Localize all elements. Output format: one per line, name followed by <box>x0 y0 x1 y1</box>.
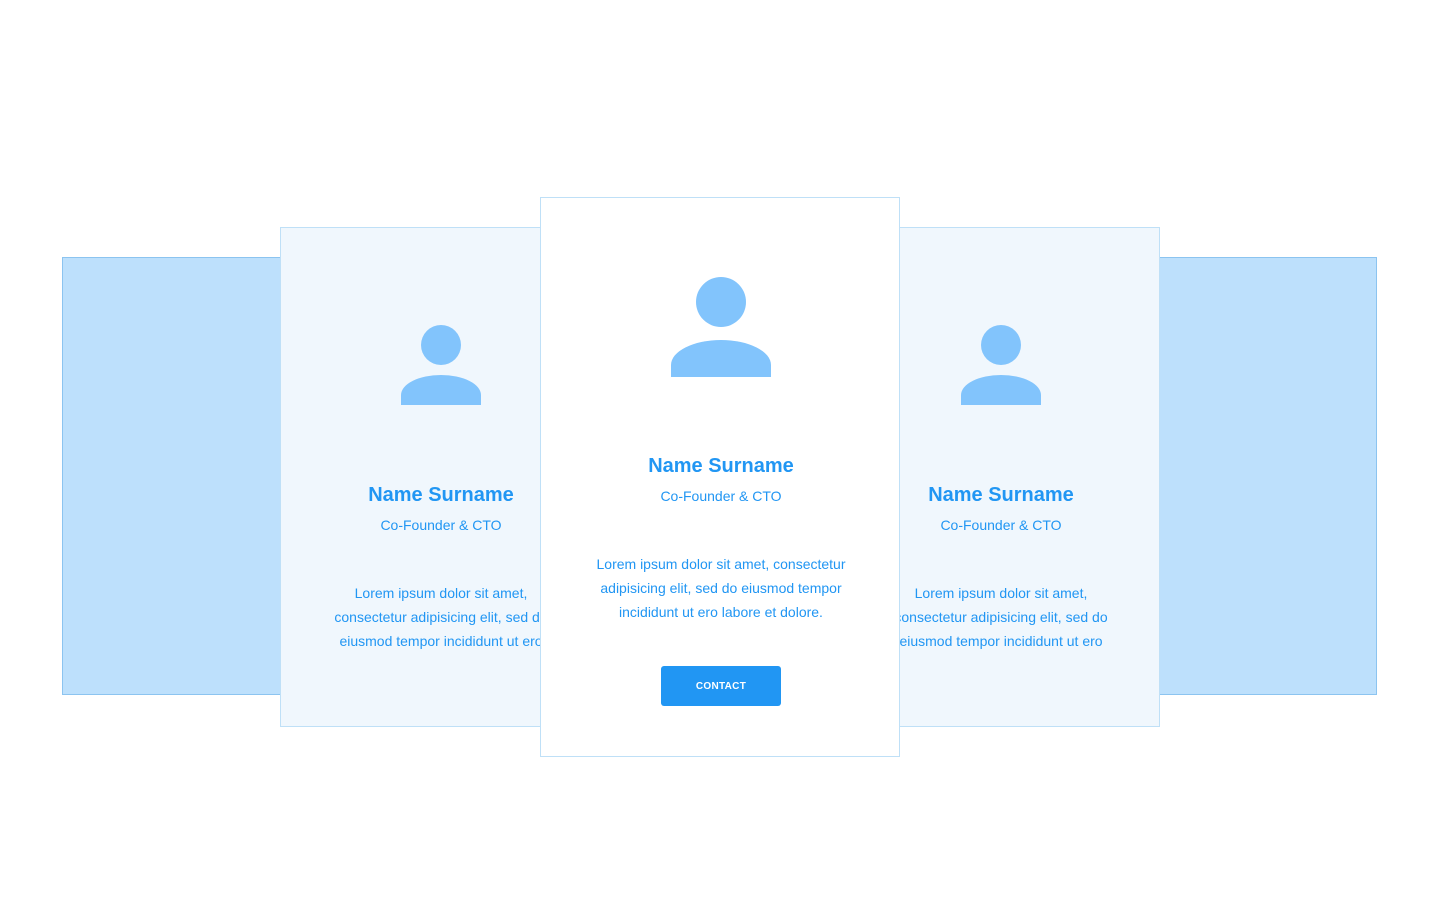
contact-button[interactable]: CONTACT <box>661 666 781 706</box>
member-name: Name Surname <box>368 484 514 506</box>
team-card-content: Name Surname Co-Founder & CTO Lorem ipsu… <box>281 228 559 653</box>
member-name: Name Surname <box>928 484 1074 506</box>
team-card-left[interactable]: Name Surname Co-Founder & CTO Lorem ipsu… <box>280 227 560 727</box>
team-card-content: Name Surname Co-Founder & CTO Lorem ipsu… <box>881 228 1159 653</box>
member-bio: Lorem ipsum dolor sit amet, consectetur … <box>334 585 548 649</box>
user-icon <box>671 277 771 377</box>
member-name: Name Surname <box>648 455 794 477</box>
user-icon <box>961 325 1041 405</box>
team-card-content: Name Surname Co-Founder & CTO Lorem ipsu… <box>541 198 899 706</box>
team-card-active: Name Surname Co-Founder & CTO Lorem ipsu… <box>540 197 900 757</box>
member-role: Co-Founder & CTO <box>940 517 1062 533</box>
member-bio: Lorem ipsum dolor sit amet, consectetur … <box>894 585 1108 649</box>
member-bio: Lorem ipsum dolor sit amet, consectetur … <box>596 556 846 620</box>
member-role: Co-Founder & CTO <box>380 517 502 533</box>
member-role: Co-Founder & CTO <box>660 488 782 504</box>
team-card-right[interactable]: Name Surname Co-Founder & CTO Lorem ipsu… <box>880 227 1160 727</box>
user-icon <box>401 325 481 405</box>
team-carousel: Name Surname Co-Founder & CTO Lorem ipsu… <box>0 0 1440 900</box>
